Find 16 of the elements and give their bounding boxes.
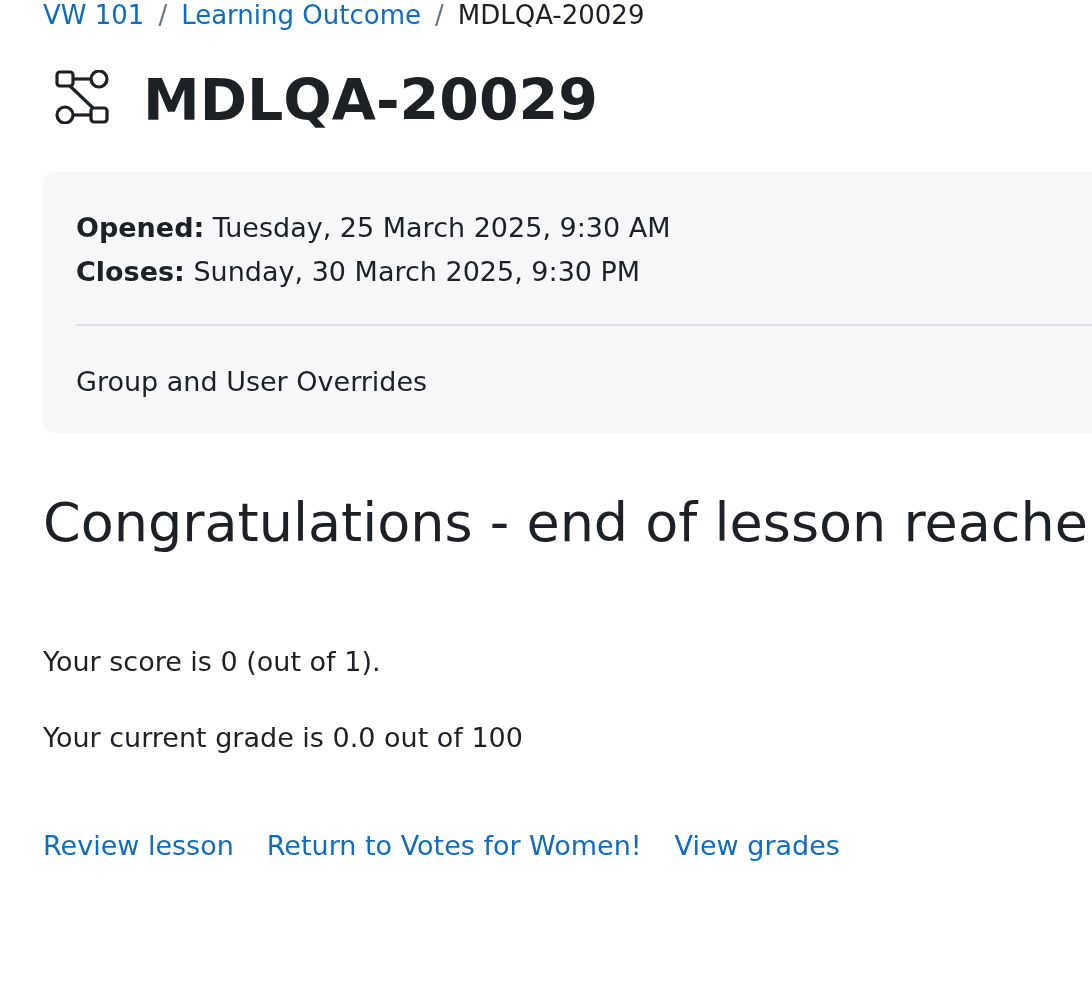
date-line: Opened: Tuesday, 25 March 2025, 9:30 AM	[76, 211, 672, 245]
page-title: MDLQA-20029	[143, 66, 598, 135]
breadcrumb-link[interactable]: VW 101	[43, 0, 145, 30]
breadcrumb-separator: /	[158, 0, 168, 30]
overrides-text: Group and User Overrides	[76, 365, 429, 399]
breadcrumb-link[interactable]: Learning Outcome	[181, 0, 421, 30]
breadcrumb-current: MDLQA-20029	[457, 0, 645, 30]
action-link[interactable]: Review lesson	[43, 826, 234, 866]
lesson-end-heading: Congratulations - end of lesson reache	[43, 491, 1089, 555]
result-text: Your score is 0 (out of 1).	[43, 645, 382, 679]
lesson-icon	[55, 70, 109, 124]
breadcrumb-separator: /	[434, 0, 444, 30]
action-link[interactable]: Return to Votes for Women!	[266, 826, 642, 866]
date-line: Closes: Sunday, 30 March 2025, 9:30 PM	[76, 255, 642, 289]
result-text: Your current grade is 0.0 out of 100	[43, 721, 524, 755]
action-link[interactable]: View grades	[674, 826, 840, 866]
